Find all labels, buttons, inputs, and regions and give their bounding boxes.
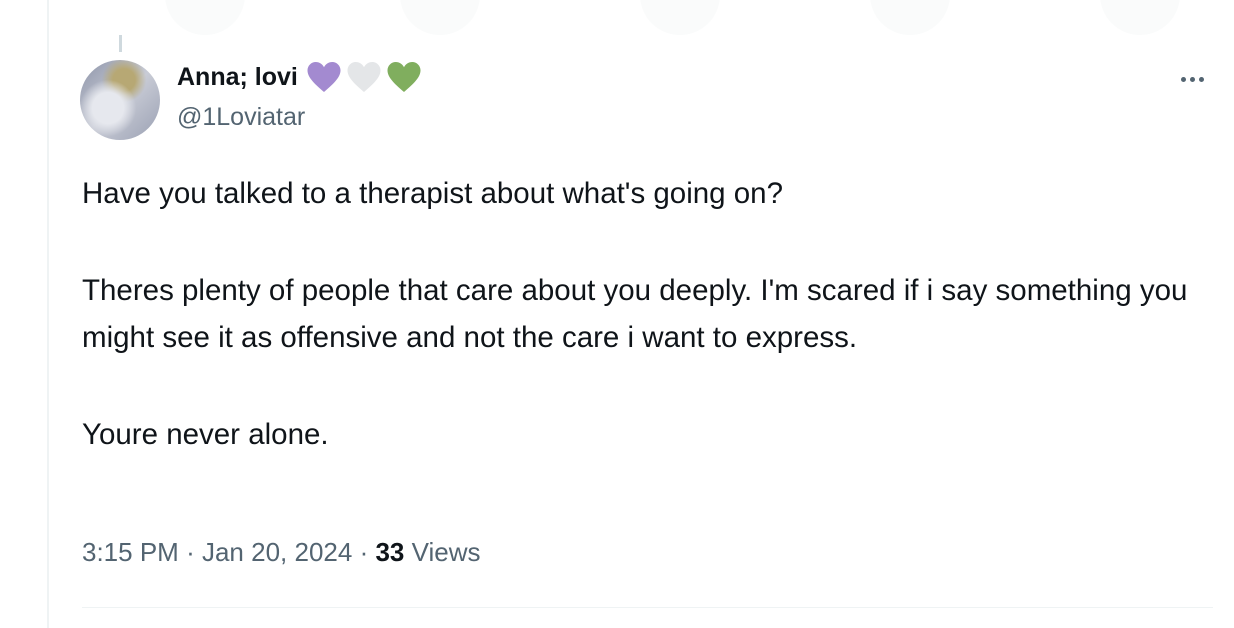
tweet-metadata: 3:15 PM · Jan 20, 2024 · 33 Views bbox=[82, 537, 481, 568]
author-handle[interactable]: @1Loviatar bbox=[177, 103, 305, 132]
tweet-paragraph: Youre never alone. bbox=[82, 418, 329, 451]
faded-action-circle bbox=[870, 0, 950, 35]
faded-action-circle bbox=[1100, 0, 1180, 35]
green-heart-icon bbox=[387, 62, 421, 92]
author-name-row: Anna; lovi bbox=[177, 60, 422, 94]
white-heart-icon bbox=[347, 62, 381, 92]
more-dot-icon bbox=[1198, 76, 1204, 82]
more-options-button[interactable] bbox=[1172, 64, 1212, 94]
tweet-paragraph: Have you talked to a therapist about wha… bbox=[82, 177, 783, 210]
tweet-text: Have you talked to a therapist about wha… bbox=[82, 170, 1202, 458]
faded-action-circle bbox=[640, 0, 720, 35]
divider bbox=[82, 607, 1213, 608]
views-label: Views bbox=[411, 537, 481, 567]
author-name[interactable]: Anna; lovi bbox=[177, 63, 298, 92]
timeline-border bbox=[47, 0, 49, 628]
tweet-paragraph: Theres plenty of people that care about … bbox=[82, 274, 1188, 354]
faded-action-circle bbox=[400, 0, 480, 35]
tweet-time[interactable]: 3:15 PM bbox=[82, 537, 179, 567]
views-count: 33 bbox=[375, 537, 405, 567]
tweet-date[interactable]: Jan 20, 2024 bbox=[202, 537, 352, 567]
avatar[interactable] bbox=[80, 60, 160, 140]
more-dot-icon bbox=[1180, 76, 1186, 82]
thread-connector bbox=[119, 35, 122, 52]
separator: · bbox=[186, 537, 195, 567]
more-dot-icon bbox=[1189, 76, 1195, 82]
faded-action-circle bbox=[165, 0, 245, 35]
separator: · bbox=[359, 537, 369, 567]
purple-heart-icon bbox=[307, 62, 341, 92]
